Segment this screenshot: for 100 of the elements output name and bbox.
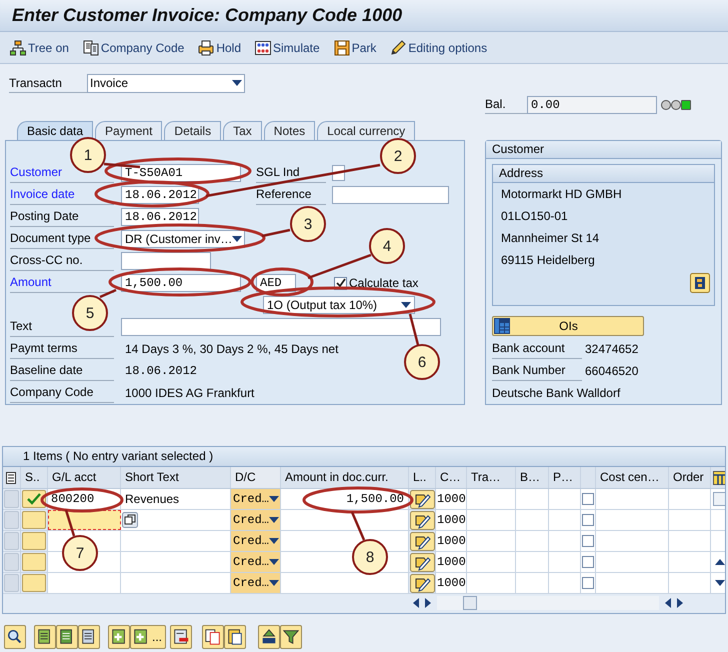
toolbar-button[interactable]: Tree on <box>8 38 71 56</box>
checkbox[interactable] <box>582 535 594 547</box>
column-header[interactable]: Tra… <box>467 467 516 488</box>
input-field[interactable] <box>48 510 121 530</box>
horizontal-scrollbar[interactable] <box>437 596 659 610</box>
dropdown-field[interactable]: Cred… <box>231 489 281 509</box>
check-icon <box>336 278 346 288</box>
checkbox[interactable] <box>582 493 594 505</box>
field-label: Document type <box>10 229 114 249</box>
checkbox[interactable] <box>582 556 594 568</box>
column-list-icon[interactable] <box>6 472 18 484</box>
input-field[interactable] <box>121 252 211 270</box>
tab[interactable]: Details <box>164 121 222 140</box>
callout-bubble: 8 <box>352 539 388 575</box>
list-button[interactable] <box>34 625 56 649</box>
column-header[interactable]: Order <box>669 467 711 488</box>
scrollbar-thumb[interactable] <box>713 492 725 506</box>
open-items-button[interactable]: OIs <box>492 316 644 336</box>
add-row-button[interactable]: ... <box>130 625 166 649</box>
edit-button-icon[interactable] <box>410 574 435 593</box>
edit-button-icon[interactable] <box>410 490 435 509</box>
input-field[interactable]: 800200 <box>48 489 121 509</box>
tab[interactable]: Local currency <box>317 121 416 140</box>
table-cell: 1000 <box>436 510 467 530</box>
input-field[interactable] <box>332 186 449 204</box>
column-header[interactable]: S.. <box>21 467 48 488</box>
caret-icon <box>232 236 242 242</box>
document-icon <box>82 40 99 56</box>
field-label: Amount <box>10 273 114 293</box>
column-header[interactable]: Cost cen… <box>596 467 669 488</box>
column-header[interactable]: C… <box>436 467 467 488</box>
plus-icon <box>110 628 128 646</box>
dropdown-field[interactable]: 1O (Output tax 10%) <box>263 296 415 314</box>
input-field: 0.00 <box>527 96 657 114</box>
leader-line <box>64 510 76 536</box>
column-header[interactable]: D/C <box>231 467 281 488</box>
scroll-up-icon[interactable] <box>715 559 725 565</box>
input-field[interactable] <box>121 318 441 336</box>
dropdown-field[interactable]: DR (Customer inv… <box>121 230 245 248</box>
toolbar-button[interactable]: Editing options <box>388 38 490 56</box>
column-header[interactable]: L.. <box>409 467 436 488</box>
scroll-down-icon[interactable] <box>715 580 725 586</box>
checkbox[interactable] <box>582 577 594 589</box>
checkbox-label: Calculate tax <box>349 275 418 292</box>
caret-icon <box>269 580 280 586</box>
table-cell: 1000 <box>436 552 467 572</box>
scroll-right-icon[interactable] <box>677 598 683 608</box>
sort-button[interactable] <box>258 625 280 649</box>
dropdown-field[interactable]: Cred… <box>231 573 281 593</box>
caret-icon <box>269 538 280 544</box>
checkbox[interactable] <box>582 514 594 526</box>
tab[interactable]: Basic data <box>17 121 94 140</box>
edit-button-icon[interactable] <box>410 553 435 572</box>
scroll-right-icon[interactable] <box>425 598 431 608</box>
column-header[interactable]: B… <box>516 467 549 488</box>
column-header[interactable]: Amount in doc.curr. <box>281 467 409 488</box>
dropdown-field[interactable]: Cred… <box>231 531 281 551</box>
address-line: Motormarkt HD GMBH <box>500 186 623 203</box>
scroll-left-icon[interactable] <box>665 598 671 608</box>
copy-button[interactable] <box>202 625 224 649</box>
abacus-icon <box>255 40 271 56</box>
leader-line <box>100 288 116 298</box>
toolbar-button[interactable]: Hold <box>196 38 243 56</box>
field-value: 66046520 <box>585 362 638 380</box>
dropdown-field[interactable]: Cred… <box>231 552 281 572</box>
input-field[interactable]: 1,500.00 <box>121 274 241 292</box>
list-button[interactable] <box>56 625 78 649</box>
magnifier-button[interactable] <box>4 625 26 649</box>
paste-button[interactable] <box>224 625 246 649</box>
dropdown-field[interactable]: Invoice <box>87 74 245 92</box>
tab[interactable]: Notes <box>264 121 316 140</box>
input-field[interactable]: 18.06.2012 <box>121 208 199 226</box>
callout-bubble: 3 <box>290 206 326 242</box>
paste-icon <box>226 628 244 646</box>
toolbar-button[interactable]: Company Code <box>80 38 186 56</box>
tab[interactable]: Tax <box>223 121 262 140</box>
scroll-left-icon[interactable] <box>413 598 419 608</box>
status-button[interactable] <box>22 490 46 508</box>
value-help-icon[interactable] <box>122 512 138 528</box>
table-cell: 1000 <box>436 531 467 551</box>
tab[interactable]: Payment <box>95 121 162 140</box>
edit-button-icon[interactable] <box>410 532 435 551</box>
map-button-icon[interactable] <box>690 272 710 293</box>
printer-icon <box>198 40 214 56</box>
add-row-button[interactable] <box>108 625 130 649</box>
callout-bubble: 4 <box>369 228 405 264</box>
column-header[interactable]: G/L acct <box>48 467 121 488</box>
table-settings-icon[interactable] <box>713 470 725 484</box>
column-header[interactable]: P… <box>549 467 581 488</box>
delete-row-button[interactable] <box>170 625 192 649</box>
toolbar-button[interactable]: Simulate <box>253 38 322 56</box>
input-field[interactable]: 18.06.2012 <box>121 186 199 204</box>
toolbar-button[interactable]: Park <box>332 38 378 56</box>
filter-icon <box>282 628 300 646</box>
list-button[interactable] <box>78 625 100 649</box>
dropdown-field[interactable]: Cred… <box>231 510 281 530</box>
filter-button[interactable] <box>280 625 302 649</box>
edit-button-icon[interactable] <box>410 511 435 530</box>
scrollbar-thumb[interactable] <box>463 596 477 610</box>
pencil-icon <box>390 40 406 56</box>
